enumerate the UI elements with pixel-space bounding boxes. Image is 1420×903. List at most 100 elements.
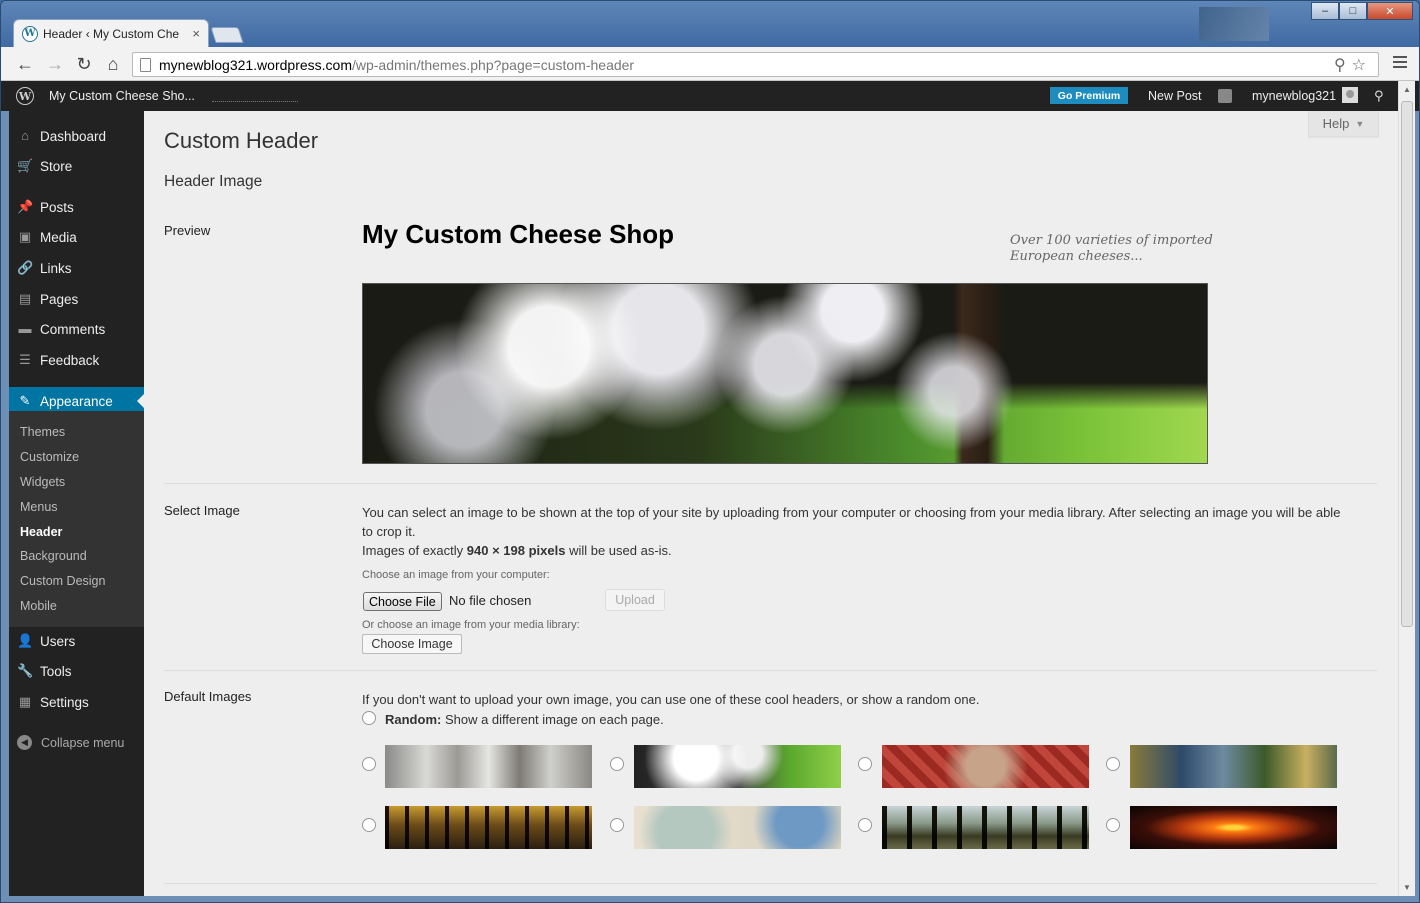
choose-computer-label: Choose an image from your computer: [362,569,550,581]
users-icon: 👤 [17,634,33,648]
maximize-button[interactable]: □ [1339,2,1367,20]
menu-item-store[interactable]: 🛒Store [9,152,144,180]
close-tab-icon[interactable]: × [192,26,200,41]
default-image-radio[interactable] [610,757,624,771]
default-header-thumbnail[interactable] [1130,745,1337,788]
forward-arrow-icon[interactable]: → [43,52,67,76]
appearance-submenu: Themes Customize Widgets Menus Header Ba… [9,411,144,627]
chrome-menu-icon[interactable] [1393,56,1407,70]
select-image-description: You can select an image to be shown at t… [362,503,1352,541]
default-header-thumbnail[interactable] [882,745,1089,788]
submenu-mobile[interactable]: Mobile [20,599,57,613]
submenu-custom-design[interactable]: Custom Design [20,574,105,588]
close-window-button[interactable]: ✕ [1367,2,1413,20]
menu-item-pages[interactable]: ▤Pages [9,285,144,313]
submenu-header[interactable]: Header [20,525,62,539]
search-icon[interactable]: ⚲ [1374,88,1384,104]
default-image-radio[interactable] [362,757,376,771]
browser-window: – □ ✕ W Header ‹ My Custom Che × ← → ↻ ⌂… [0,0,1420,903]
default-header-thumbnail[interactable] [385,806,592,849]
menu-item-feedback[interactable]: ☰Feedback [9,346,144,374]
comment-icon: ▬ [17,322,33,336]
feedback-icon: ☰ [17,353,33,367]
default-image-radio[interactable] [362,818,376,832]
bookmark-star-icon[interactable]: ⚲☆ [1334,55,1372,75]
submenu-background[interactable]: Background [20,549,87,563]
new-tab-button[interactable] [210,27,243,43]
section-title: Header Image [164,173,262,191]
default-header-thumbnail[interactable] [385,745,592,788]
submenu-customize[interactable]: Customize [20,450,79,464]
new-post-link[interactable]: New Post [1148,89,1202,103]
default-image-radio[interactable] [1106,818,1120,832]
collapse-menu-button[interactable]: ◀Collapse menu [17,735,124,750]
preview-site-title: My Custom Cheese Shop [362,219,674,250]
help-tab-button[interactable]: Help▼ [1308,111,1379,137]
submenu-menus[interactable]: Menus [20,500,58,514]
media-icon: ▣ [17,230,33,244]
menu-item-media[interactable]: ▣Media [9,223,144,251]
default-header-thumbnail[interactable] [634,745,841,788]
caret-down-icon: ▼ [1355,119,1364,129]
back-arrow-icon[interactable]: ← [13,52,37,76]
default-image-radio[interactable] [610,818,624,832]
address-bar[interactable]: mynewblog321.wordpress.com/wp-admin/them… [132,52,1379,77]
browser-toolbar: ← → ↻ ⌂ mynewblog321.wordpress.com/wp-ad… [1,47,1419,81]
no-file-chosen-text: No file chosen [449,593,531,608]
brush-icon: ✎ [17,394,33,408]
random-option-label: Random: Show a different image on each p… [385,710,1375,729]
notifications-icon[interactable] [1218,89,1232,103]
scroll-down-icon[interactable]: ▼ [1403,883,1411,892]
default-image-radio[interactable] [1106,757,1120,771]
choose-image-button[interactable]: Choose Image [362,634,462,654]
divider [164,670,1377,671]
minimize-button[interactable]: – [1311,2,1339,20]
default-header-thumbnail[interactable] [634,806,841,849]
default-header-thumbnail[interactable] [1130,806,1337,849]
scrollbar-thumb[interactable] [1401,101,1413,627]
go-premium-button[interactable]: Go Premium [1050,87,1128,104]
collapse-arrow-icon: ◀ [17,735,32,750]
account-link[interactable]: mynewblog321 [1252,89,1336,103]
avatar[interactable] [1342,87,1358,103]
url-path: /wp-admin/themes.php?page=custom-header [352,57,634,73]
tab-title: Header ‹ My Custom Che [43,27,188,41]
link-icon: 🔗 [17,261,33,275]
menu-item-tools[interactable]: 🔧Tools [9,657,144,685]
wrench-icon: 🔧 [17,664,33,678]
main-content: Help▼ Custom Header Header Image Preview… [144,111,1398,903]
image-size-note: Images of exactly 940 × 198 pixels will … [362,541,1352,560]
default-image-radio[interactable] [858,757,872,771]
menu-item-links[interactable]: 🔗Links [9,254,144,282]
preview-tagline: Over 100 varieties of imported European … [1010,233,1230,265]
browser-tab[interactable]: W Header ‹ My Custom Che × [13,19,209,47]
random-radio[interactable] [362,711,376,725]
admin-bar-site-name[interactable]: My Custom Cheese Sho... [49,89,195,103]
wp-admin-bar: W My Custom Cheese Sho... Go Premium New… [1,81,1420,111]
divider [164,883,1377,884]
desktop-background [1199,7,1269,41]
divider [164,483,1377,484]
admin-bar-search-field[interactable] [212,101,298,102]
preview-label: Preview [164,223,210,238]
page-icon [140,58,151,72]
menu-item-posts[interactable]: 📌Posts [9,193,144,221]
menu-item-dashboard[interactable]: ⌂Dashboard [9,122,144,150]
menu-item-settings[interactable]: ▦Settings [9,688,144,716]
default-images-label: Default Images [164,689,251,704]
url-domain: mynewblog321.wordpress.com [159,57,352,73]
submenu-themes[interactable]: Themes [20,425,65,439]
scroll-up-icon[interactable]: ▲ [1403,85,1411,94]
submenu-widgets[interactable]: Widgets [20,475,65,489]
menu-item-comments[interactable]: ▬Comments [9,315,144,343]
default-image-radio[interactable] [858,818,872,832]
header-image-preview [362,283,1208,464]
default-header-thumbnail[interactable] [882,806,1089,849]
choose-file-button[interactable]: Choose File [363,592,442,611]
home-icon[interactable]: ⌂ [101,52,125,76]
reload-icon[interactable]: ↻ [72,52,96,76]
menu-item-users[interactable]: 👤Users [9,627,144,655]
wordpress-logo-icon[interactable]: W [16,87,34,105]
upload-button[interactable]: Upload [605,589,665,611]
page-scrollbar[interactable]: ▲ ▼ [1398,81,1415,896]
